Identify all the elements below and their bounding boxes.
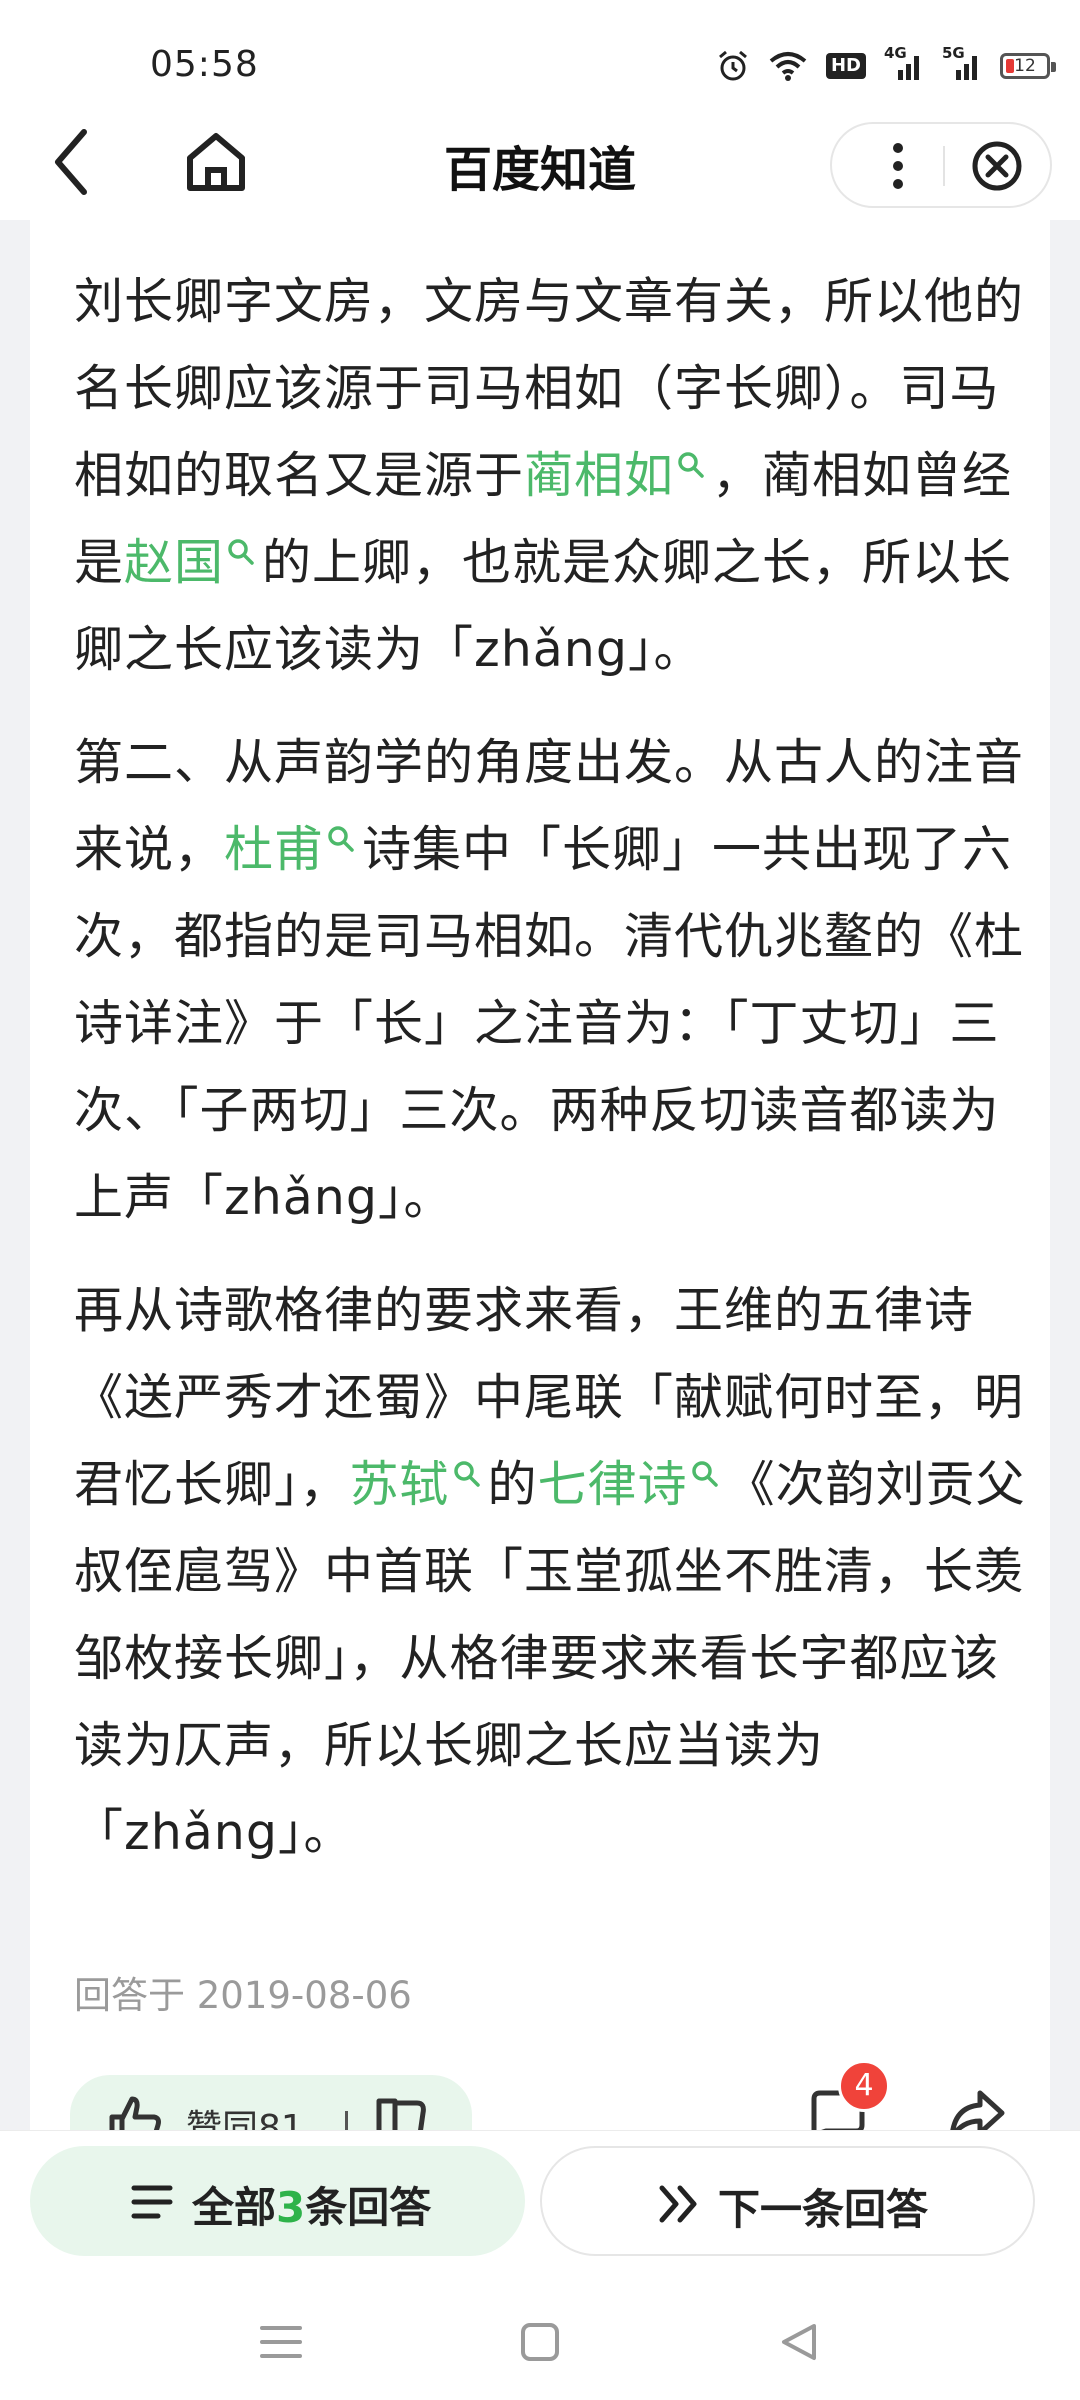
signal-5g-icon: 5G: [942, 44, 982, 82]
all-answers-count: 3: [276, 2183, 306, 2232]
keyword-link[interactable]: 蔺相如: [524, 447, 674, 504]
status-time: 05:58: [150, 44, 259, 85]
search-icon: [678, 452, 704, 478]
menu-icon[interactable]: [258, 2320, 304, 2364]
net-5g-label: 5G: [942, 44, 965, 62]
paragraph-1: 刘长卿字文房，文房与文章有关，所以他的名长卿应该源于司马相如（字长卿）。司马相如…: [74, 258, 1034, 693]
all-answers-label: 全部3条回答: [192, 2174, 431, 2235]
alarm-icon: [719, 50, 747, 81]
paragraph-text: 诗集中「长卿」一共出现了六次，都指的是司马相如。清代仇兆鳌的《杜诗详注》于「长」…: [74, 821, 1025, 1226]
comment-count-badge: 4: [838, 2060, 890, 2112]
next-answer-button[interactable]: 下一条回答: [540, 2146, 1035, 2256]
answer-body: 刘长卿字文房，文房与文章有关，所以他的名长卿应该源于司马相如（字长卿）。司马相如…: [74, 258, 1034, 1902]
status-icons: HD 4G 5G 12: [716, 44, 1056, 86]
keyword-link[interactable]: 苏轼: [350, 1456, 450, 1513]
bottom-bar: 全部3条回答 下一条回答: [0, 2130, 1080, 2281]
answer-date: 回答于 2019-08-06: [74, 1974, 412, 2017]
wifi-icon: [769, 52, 807, 81]
keyword-link[interactable]: 杜甫: [224, 821, 324, 878]
close-circle-icon: [972, 141, 1022, 191]
capsule-divider: [943, 146, 945, 186]
mini-program-capsule: [830, 122, 1052, 208]
search-icon: [691, 1461, 718, 1487]
system-nav-bar: [0, 2280, 1080, 2400]
home-square-icon[interactable]: [518, 2320, 562, 2364]
signal-4g-icon: 4G: [884, 44, 924, 82]
paragraph-2: 第二、从声韵学的角度出发。从古人的注音来说，杜甫 诗集中「长卿」一共出现了六次，都…: [74, 719, 1034, 1241]
all-answers-suffix: 条回答: [305, 2183, 432, 2232]
nav-bar: 百度知道: [0, 110, 1080, 220]
search-icon: [328, 826, 354, 852]
more-vertical-icon: [893, 143, 903, 189]
net-4g-label: 4G: [884, 44, 907, 62]
keyword-link[interactable]: 赵国: [124, 534, 224, 591]
battery-level: 12: [1014, 56, 1036, 76]
search-icon: [453, 1461, 480, 1487]
paragraph-text: 的: [487, 1456, 538, 1513]
close-button[interactable]: [967, 136, 1027, 196]
paragraph-3: 再从诗歌格律的要求来看，王维的五律诗《送严秀才还蜀》中尾联「献赋何时至，明君忆长…: [74, 1267, 1034, 1876]
all-answers-button[interactable]: 全部3条回答: [30, 2146, 525, 2256]
back-triangle-icon[interactable]: [776, 2320, 820, 2364]
paragraph-text: 《次韵刘贡父叔侄扈驾》中首联「玉堂孤坐不胜清，长羡邹枚接长卿」，从格律要求来看长…: [74, 1456, 1026, 1861]
list-icon: [131, 2185, 173, 2219]
keyword-link[interactable]: 七律诗: [538, 1456, 688, 1513]
answer-card: 刘长卿字文房，文房与文章有关，所以他的名长卿应该源于司马相如（字长卿）。司马相如…: [30, 220, 1050, 2135]
double-chevron-right-icon: [659, 2185, 697, 2223]
search-icon: [228, 539, 254, 565]
battery-icon: 12: [1000, 53, 1056, 79]
all-answers-prefix: 全部: [192, 2183, 277, 2232]
next-answer-label: 下一条回答: [718, 2185, 929, 2234]
hd-badge: HD: [825, 53, 866, 79]
more-button[interactable]: [868, 136, 928, 196]
